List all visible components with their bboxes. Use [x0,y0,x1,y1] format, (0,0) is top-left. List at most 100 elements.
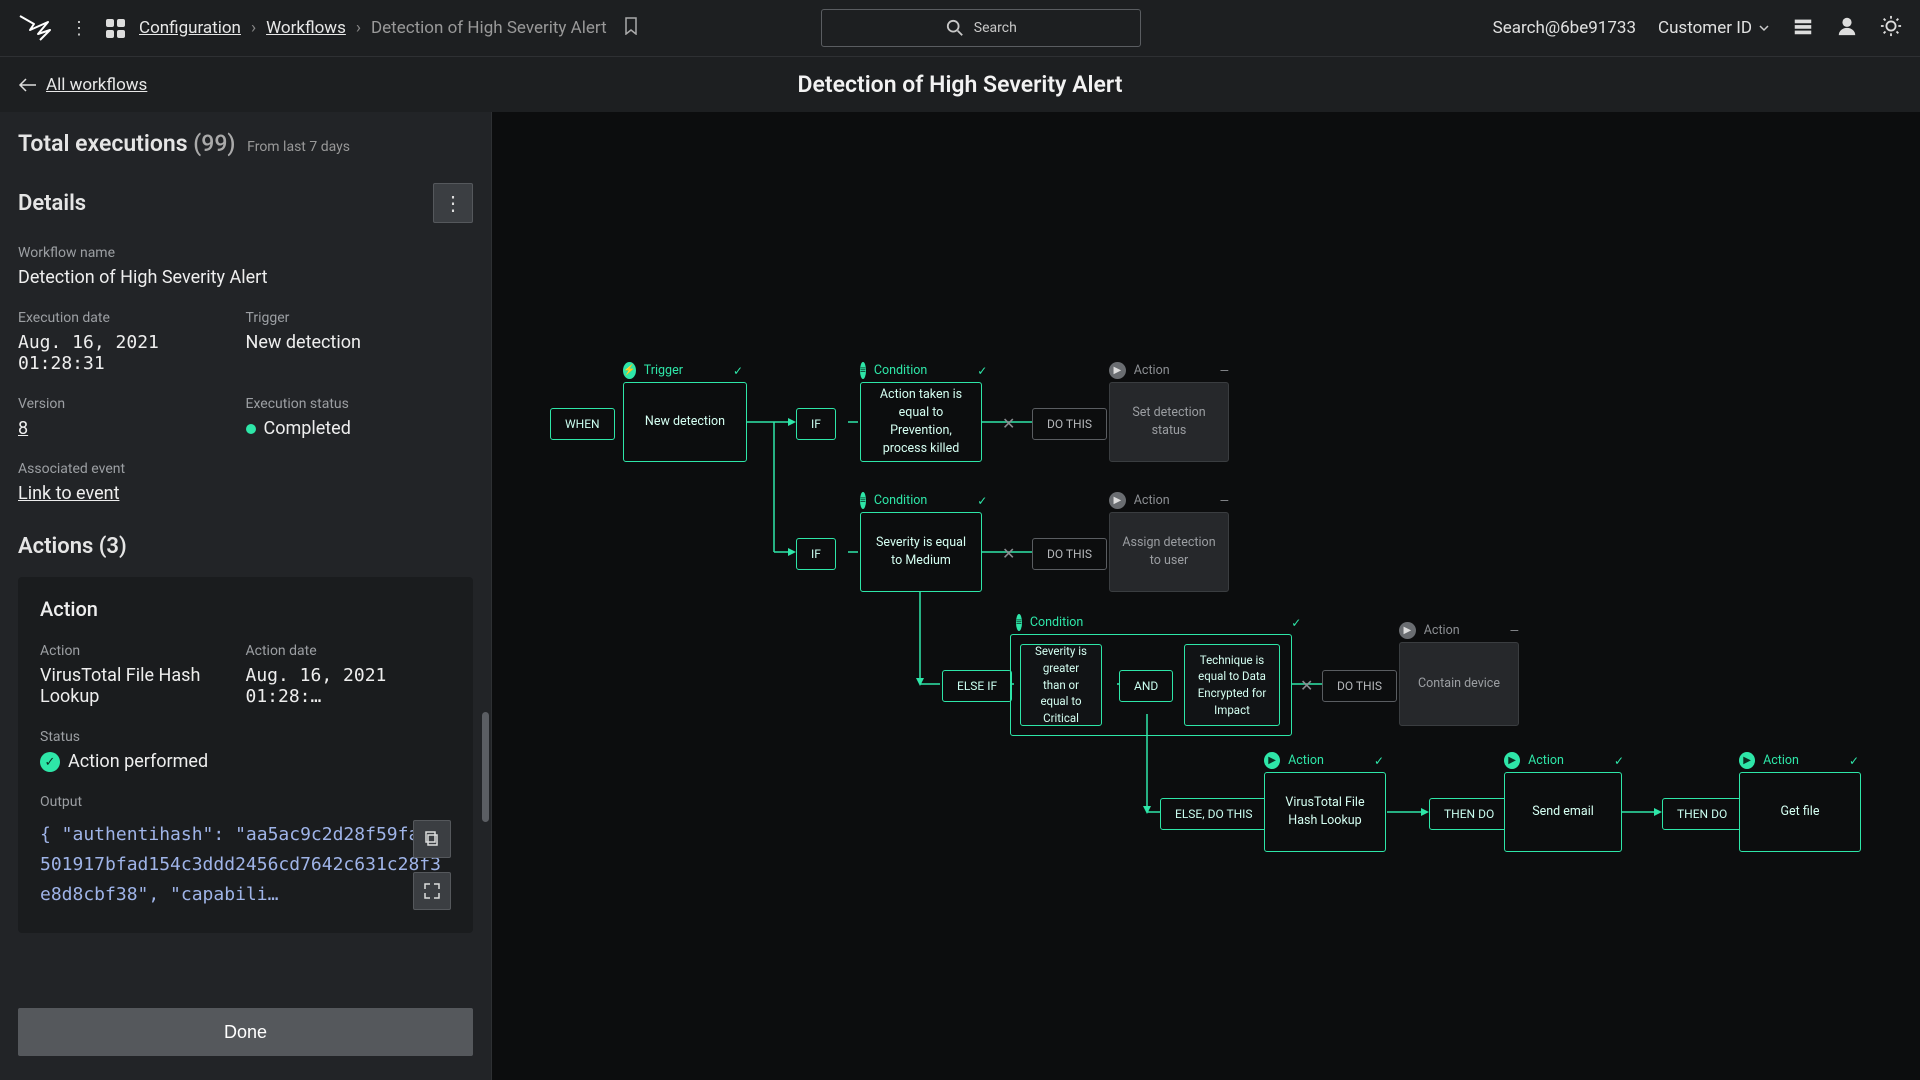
details-menu-button[interactable]: ⋮ [433,183,473,223]
node-act5[interactable]: Send email [1504,772,1622,852]
x-icon: ✕ [1300,676,1313,695]
action-status-value: ✓Action performed [40,751,451,772]
when-pill[interactable]: WHEN [550,408,615,440]
node-header-act6: ▶ Action ✓ [1739,752,1859,769]
if-pill-1[interactable]: IF [796,408,836,440]
chevron-down-icon [1758,22,1770,34]
top-bar: ⋮ Configuration › Workflows › Detection … [0,0,1920,56]
search-icon [946,19,964,37]
if-pill-2[interactable]: IF [796,538,836,570]
chevron-right-icon: › [356,18,361,38]
breadcrumb-configuration[interactable]: Configuration [139,18,241,38]
node-cond3b[interactable]: Technique is equal to Data Encrypted for… [1184,644,1280,726]
action-icon: ▶ [1399,622,1416,639]
trigger-value: New detection [246,332,474,353]
action-icon: ▶ [1109,492,1126,509]
assoc-event-link[interactable]: Link to event [18,483,119,504]
then-do-pill-2[interactable]: THEN DO [1662,798,1742,830]
stack-icon[interactable] [1792,15,1814,42]
do-this-pill-2[interactable]: DO THIS [1032,538,1107,570]
action-icon: ▶ [1109,362,1126,379]
node-trigger[interactable]: New detection [623,382,747,462]
app-switcher-icon[interactable] [106,19,125,38]
scrollbar-thumb[interactable] [482,712,489,822]
action-card: Action Action VirusTotal File Hash Looku… [18,577,473,933]
expand-output-button[interactable] [413,872,451,910]
exec-status-label: Execution status [246,396,474,412]
version-link[interactable]: 8 [18,418,28,439]
node-header-act1: ▶ Action — [1109,362,1229,379]
node-header-cond2: ≡ Condition ✓ [860,492,980,509]
search-placeholder: Search [974,20,1017,36]
x-icon: ✕ [1002,544,1015,563]
action-icon: ▶ [1739,752,1755,769]
workflow-canvas[interactable]: ⚡ Trigger ✓ WHEN New detection IF ≡ Cond… [492,112,1920,1080]
node-act2[interactable]: Assign detection to user [1109,512,1229,592]
breadcrumb: Configuration › Workflows › Detection of… [139,17,639,40]
node-act6[interactable]: Get file [1739,772,1861,852]
workflow-name-value: Detection of High Severity Alert [18,267,473,288]
elseif-pill[interactable]: ELSE IF [942,670,1012,702]
node-cond3a[interactable]: Severity is greater than or equal to Cri… [1020,644,1102,726]
check-icon: ✓ [977,494,987,508]
action-name-value: VirusTotal File Hash Lookup [40,665,246,707]
node-header-trigger: ⚡ Trigger ✓ [623,362,743,379]
else-do-this-pill[interactable]: ELSE, DO THIS [1160,798,1268,830]
top-right-controls: Search@6be91733 Customer ID [1493,15,1902,42]
node-cond1[interactable]: Action taken is equal to Prevention, pro… [860,382,982,462]
total-executions: Total executions (99) From last 7 days [18,130,473,157]
action-card-heading: Action [40,597,451,621]
node-act4[interactable]: VirusTotal File Hash Lookup [1264,772,1386,852]
do-this-pill-1[interactable]: DO THIS [1032,408,1107,440]
copy-output-button[interactable] [413,820,451,858]
details-heading: Details [18,191,86,216]
trigger-label: Trigger [246,310,474,326]
done-button[interactable]: Done [18,1008,473,1056]
exec-status-value: Completed [246,418,474,439]
node-act1[interactable]: Set detection status [1109,382,1229,462]
node-header-cond3: ≡ Condition ✓ [1016,614,1286,631]
all-workflows-link[interactable]: All workflows [46,75,147,95]
breadcrumb-workflows[interactable]: Workflows [266,18,346,38]
check-icon: ✓ [1849,754,1859,768]
check-icon: ✓ [1374,754,1384,768]
workflow-name-label: Workflow name [18,245,473,261]
dash-icon: — [1220,364,1229,378]
condition-icon: ≡ [860,492,866,509]
actions-heading: Actions (3) [18,534,473,559]
check-circle-icon: ✓ [40,752,60,772]
exec-date-value: Aug. 16, 2021 01:28:31 [18,332,246,374]
condition-icon: ≡ [1016,614,1022,631]
connectors [492,112,1920,1080]
check-icon: ✓ [977,364,987,378]
search-context-label: Search@6be91733 [1493,18,1636,38]
user-avatar-icon[interactable] [1836,15,1858,42]
node-cond2[interactable]: Severity is equal to Medium [860,512,982,592]
breadcrumb-current: Detection of High Severity Alert [371,18,607,38]
back-link[interactable]: All workflows [18,75,147,95]
assoc-event-label: Associated event [18,461,473,477]
status-dot-icon [246,424,256,434]
dash-icon: — [1510,624,1519,638]
action-output-code: { "authentihash": "aa5ac9c2d28f59fa9a501… [40,820,451,909]
bookmark-icon[interactable] [623,17,639,40]
do-this-pill-3[interactable]: DO THIS [1322,670,1397,702]
page-title: Detection of High Severity Alert [798,71,1123,98]
global-search-input[interactable]: Search [821,9,1141,47]
details-sidebar: Total executions (99) From last 7 days D… [0,112,492,1080]
node-header-act2: ▶ Action — [1109,492,1229,509]
theme-toggle-icon[interactable] [1880,15,1902,42]
top-menu-dots-icon[interactable]: ⋮ [66,18,92,39]
action-name-label: Action [40,643,246,659]
node-act3[interactable]: Contain device [1399,642,1519,726]
check-icon: ✓ [733,364,743,378]
action-output-label: Output [40,794,451,810]
brand-logo-icon[interactable] [18,14,52,42]
node-header-act4: ▶ Action ✓ [1264,752,1384,769]
chevron-right-icon: › [251,18,256,38]
and-pill[interactable]: AND [1119,670,1173,702]
condition-icon: ≡ [860,362,866,379]
then-do-pill-1[interactable]: THEN DO [1429,798,1509,830]
customer-id-dropdown[interactable]: Customer ID [1658,18,1770,38]
node-header-act3: ▶ Action — [1399,622,1519,639]
